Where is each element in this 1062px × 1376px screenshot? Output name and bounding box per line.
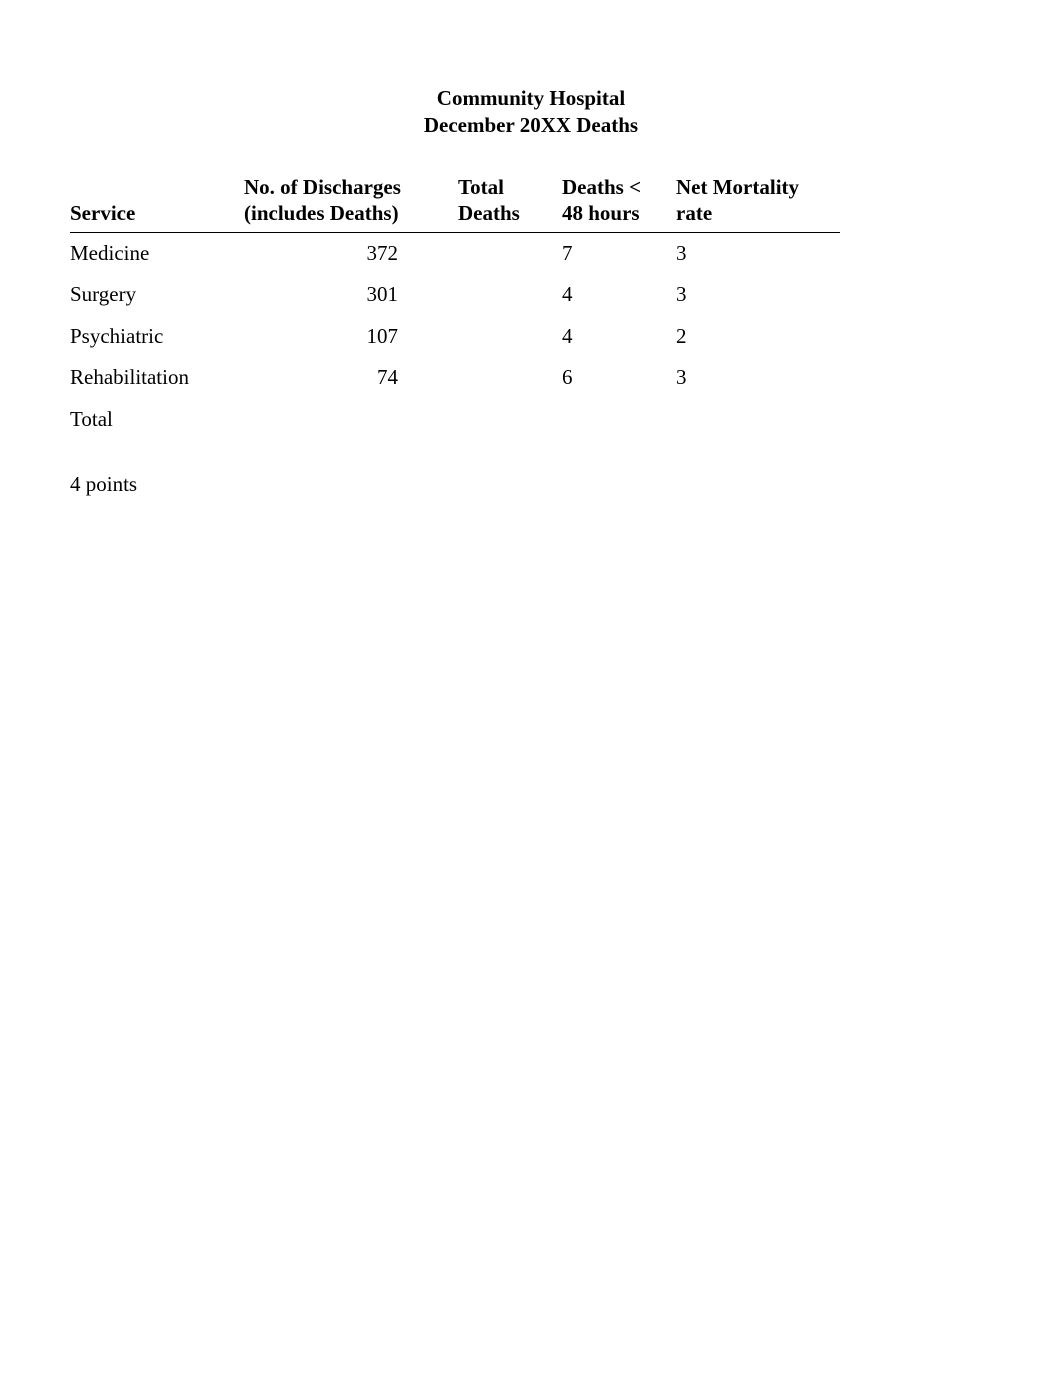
header-text: Total bbox=[458, 175, 504, 199]
deaths-table: Service No. of Discharges (includes Deat… bbox=[70, 168, 840, 440]
table-row: Medicine 372 7 3 bbox=[70, 233, 840, 275]
cell-deaths-48h: 7 bbox=[562, 233, 676, 275]
cell-service: Rehabilitation bbox=[70, 357, 244, 398]
cell-deaths-48h: 6 bbox=[562, 357, 676, 398]
cell-discharges: 301 bbox=[244, 274, 458, 315]
col-header-deaths-48h: Deaths < 48 hours bbox=[562, 168, 676, 233]
title-block: Community Hospital December 20XX Deaths bbox=[70, 85, 992, 140]
cell-service: Psychiatric bbox=[70, 316, 244, 357]
document-page: Community Hospital December 20XX Deaths … bbox=[0, 0, 1062, 497]
cell-empty bbox=[562, 399, 676, 440]
cell-net-mortality: 3 bbox=[676, 357, 840, 398]
cell-total-label: Total bbox=[70, 399, 244, 440]
cell-service: Medicine bbox=[70, 233, 244, 275]
title-line-1: Community Hospital bbox=[70, 85, 992, 112]
cell-empty bbox=[458, 399, 562, 440]
cell-empty bbox=[676, 399, 840, 440]
cell-discharges: 107 bbox=[244, 316, 458, 357]
title-line-2: December 20XX Deaths bbox=[70, 112, 992, 139]
table-row: Psychiatric 107 4 2 bbox=[70, 316, 840, 357]
table-header-row: Service No. of Discharges (includes Deat… bbox=[70, 168, 840, 233]
col-header-discharges: No. of Discharges (includes Deaths) bbox=[244, 168, 458, 233]
points-note: 4 points bbox=[70, 472, 992, 497]
col-header-net-mortality: Net Mortality rate bbox=[676, 168, 840, 233]
header-text: (includes Deaths) bbox=[244, 201, 399, 225]
cell-total-deaths bbox=[458, 357, 562, 398]
header-text: rate bbox=[676, 201, 712, 225]
cell-net-mortality: 3 bbox=[676, 274, 840, 315]
header-text: Net Mortality bbox=[676, 175, 799, 199]
cell-discharges: 74 bbox=[244, 357, 458, 398]
table-row: Rehabilitation 74 6 3 bbox=[70, 357, 840, 398]
header-text: 48 hours bbox=[562, 201, 640, 225]
header-text: No. of Discharges bbox=[244, 175, 401, 199]
cell-total-deaths bbox=[458, 316, 562, 357]
col-header-total-deaths: Total Deaths bbox=[458, 168, 562, 233]
cell-empty bbox=[244, 399, 458, 440]
cell-net-mortality: 3 bbox=[676, 233, 840, 275]
cell-deaths-48h: 4 bbox=[562, 316, 676, 357]
header-text: Service bbox=[70, 201, 135, 225]
cell-net-mortality: 2 bbox=[676, 316, 840, 357]
table-total-row: Total bbox=[70, 399, 840, 440]
cell-discharges: 372 bbox=[244, 233, 458, 275]
table-row: Surgery 301 4 3 bbox=[70, 274, 840, 315]
cell-service: Surgery bbox=[70, 274, 244, 315]
header-text: Deaths < bbox=[562, 175, 641, 199]
cell-total-deaths bbox=[458, 274, 562, 315]
header-text: Deaths bbox=[458, 201, 520, 225]
cell-total-deaths bbox=[458, 233, 562, 275]
col-header-service: Service bbox=[70, 168, 244, 233]
cell-deaths-48h: 4 bbox=[562, 274, 676, 315]
